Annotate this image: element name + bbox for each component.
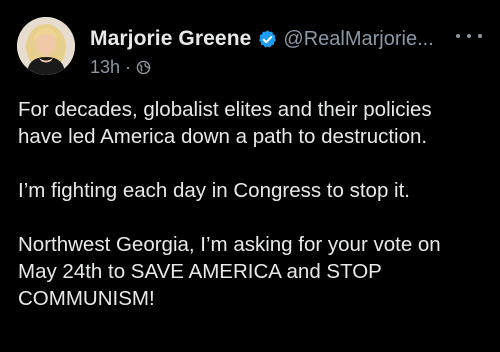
post-card: Marjorie Greene @RealMarjorie... 13h · F… [0,0,500,352]
post-text-line: have led America down a path to destruct… [18,125,428,148]
more-options-button[interactable] [456,26,482,46]
post-text-line: For decades, globalist elites and their … [18,98,432,121]
post-body: For decades, globalist elites and their … [18,96,482,312]
author-handle[interactable]: @RealMarjorie... [283,28,433,51]
post-text-line: COMMUNISM! [18,287,155,310]
post-text-line: I’m fighting each day in Congress to sto… [18,179,410,202]
author-display-name[interactable]: Marjorie Greene [90,27,251,51]
verified-badge-icon [259,29,277,47]
post-text-line: May 24th to SAVE AMERICA and STOP [18,260,382,283]
post-meta: 13h · [90,56,151,78]
globe-icon [136,60,151,74]
more-dot-icon [467,34,471,38]
author-avatar[interactable] [17,17,75,75]
post-text-line: Northwest Georgia, I’m asking for your v… [18,233,441,256]
post-timestamp[interactable]: 13h [90,57,120,78]
meta-separator: · [125,56,132,77]
more-dot-icon [478,34,482,38]
more-dot-icon [456,34,460,38]
avatar-image [17,17,75,75]
post-header: Marjorie Greene @RealMarjorie... [90,26,450,52]
